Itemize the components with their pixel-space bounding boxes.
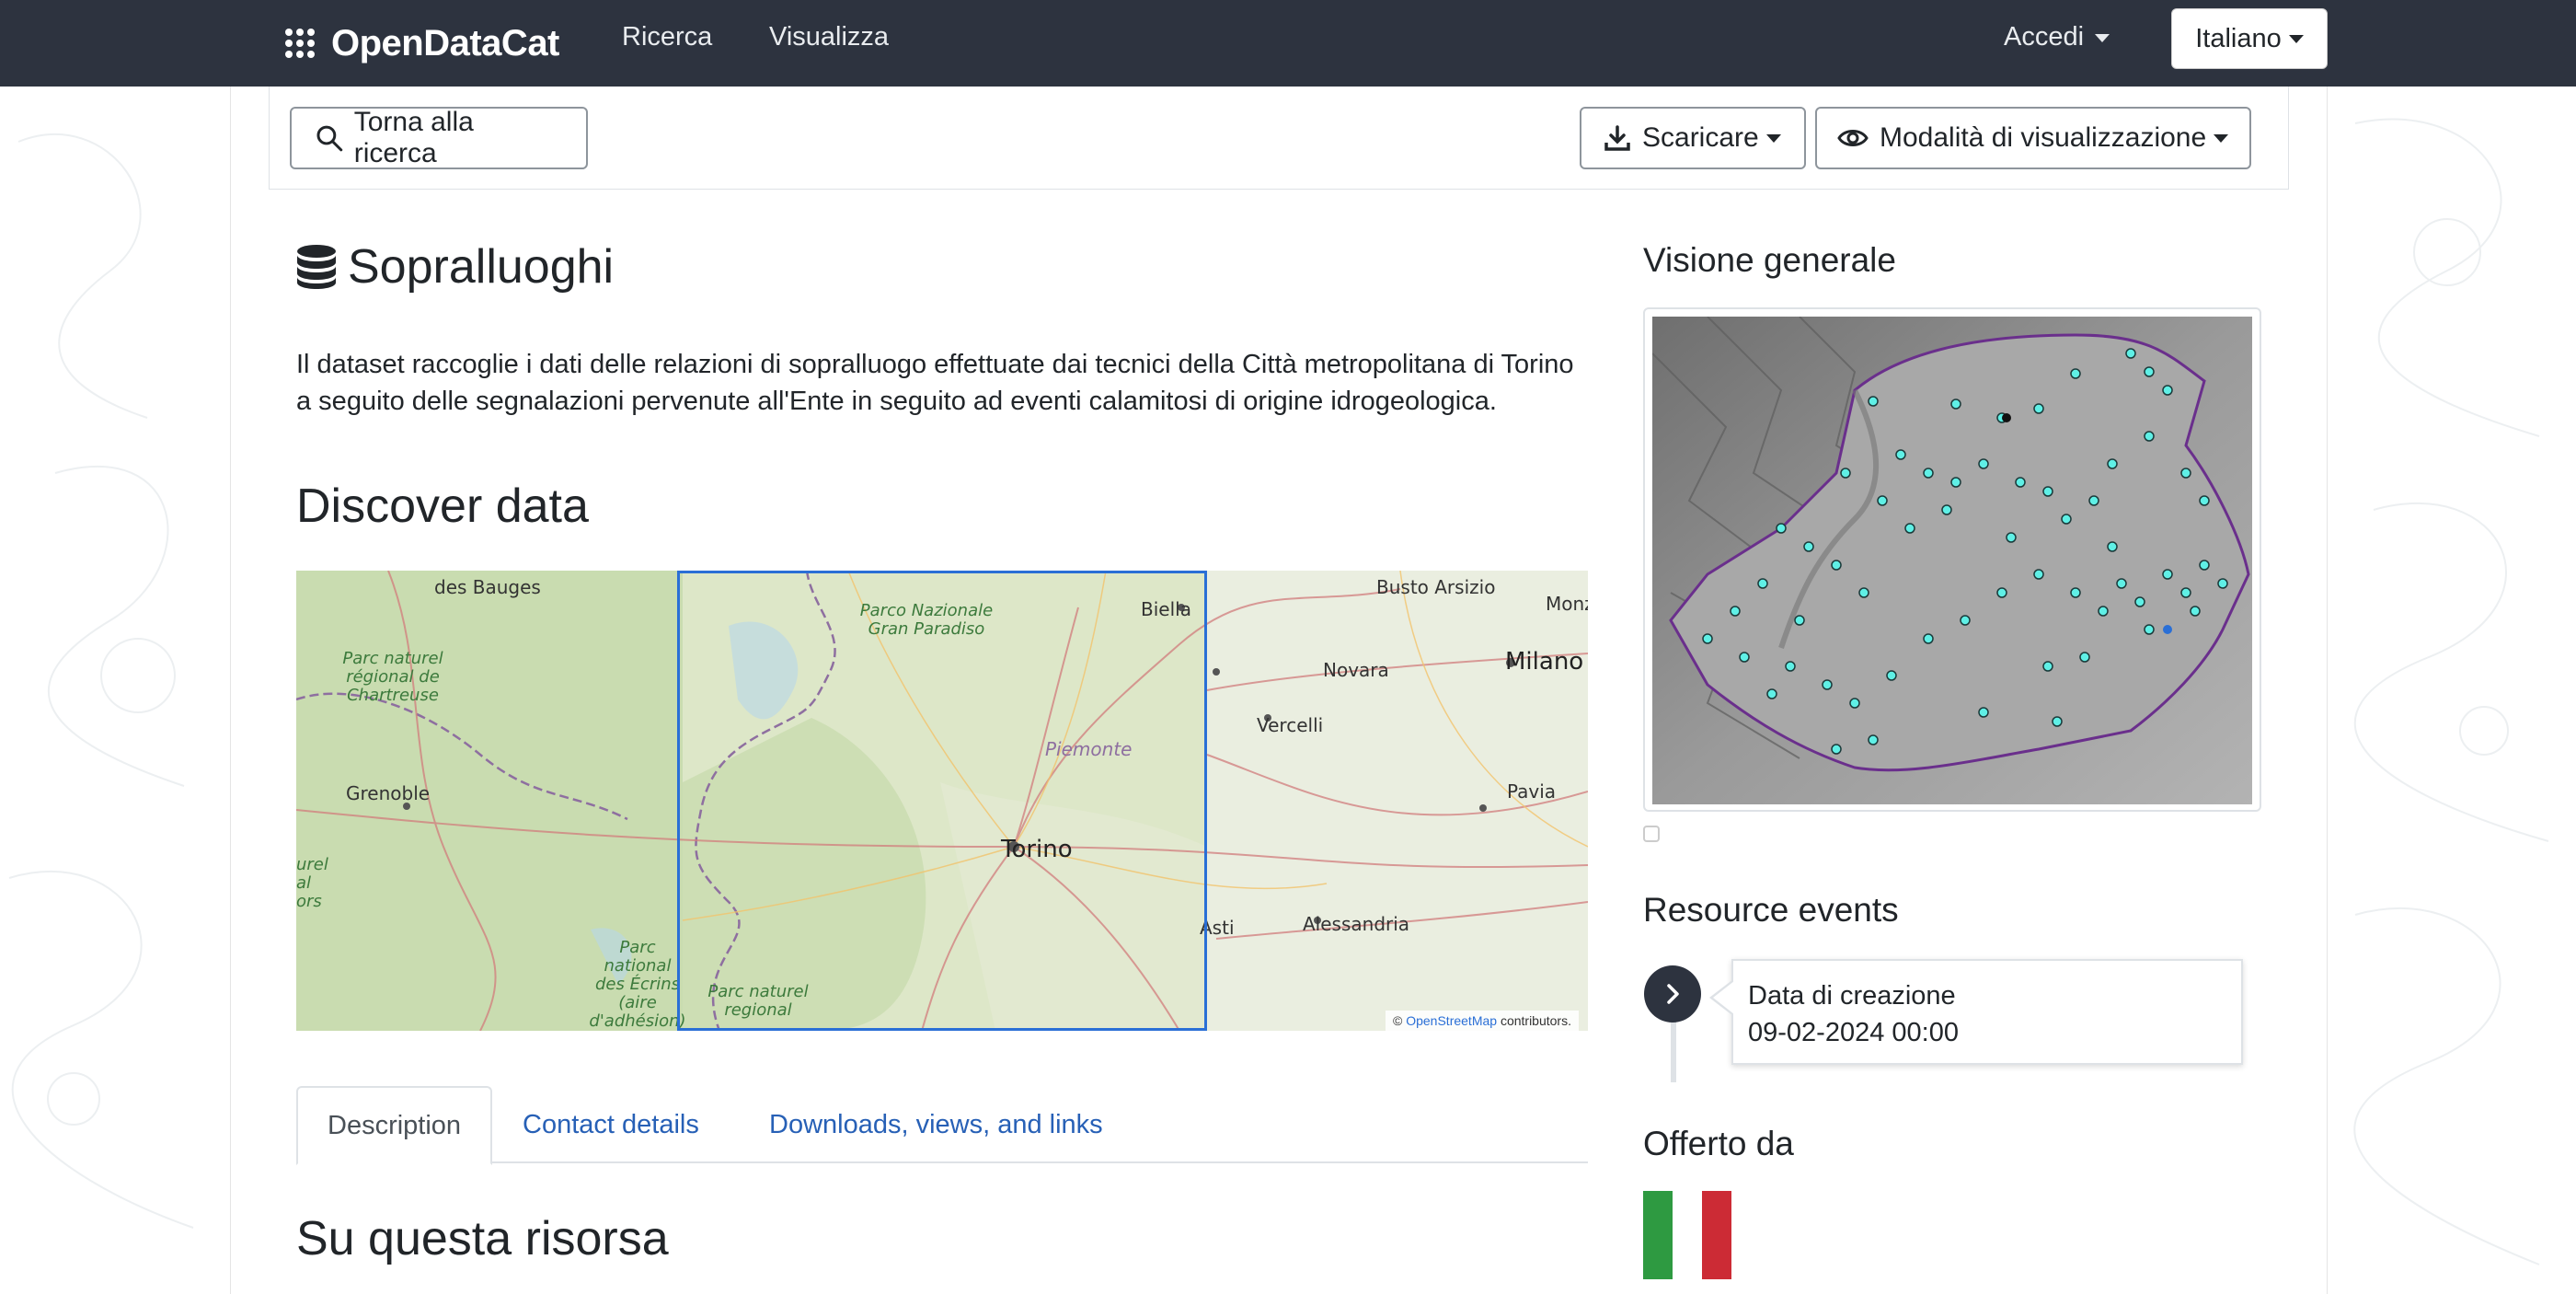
timeline-event-card: Data di creazione 09-02-2024 00:00 — [1709, 959, 2243, 1065]
overview-checkbox[interactable] — [1643, 826, 1660, 842]
top-navbar: OpenDataCat Ricerca Visualizza Accedi It… — [0, 0, 2576, 87]
dataset-title-row: Sopralluoghi — [296, 239, 614, 295]
language-label: Italiano — [2195, 23, 2282, 53]
dataset-description: Il dataset raccoglie i dati delle relazi… — [296, 350, 1574, 416]
resource-events-heading: Resource events — [1643, 891, 1899, 929]
overview-thumbnail[interactable] — [1643, 307, 2261, 812]
tab-contact-details-label: Contact details — [523, 1109, 699, 1139]
discover-heading: Discover data — [296, 479, 589, 533]
map-label-novara: Novara — [1323, 659, 1389, 681]
overview-heading: Visione generale — [1643, 241, 1896, 279]
map-label-grenoble: Grenoble — [346, 782, 431, 804]
login-dropdown[interactable]: Accedi — [2004, 22, 2110, 52]
map-label-left-edge: urel al ors — [296, 855, 328, 911]
brand[interactable]: OpenDataCat — [285, 20, 559, 66]
chevron-right-icon — [1667, 984, 1679, 1004]
overview-image — [1652, 317, 2252, 804]
dataset-tabs: Description Contact details Downloads, v… — [296, 1086, 1588, 1165]
attribution-suffix: contributors. — [1497, 1013, 1571, 1028]
map-label-vercelli: Vercelli — [1257, 714, 1324, 736]
tab-description-label: Description — [328, 1110, 462, 1140]
map-label-chartreuse: Parc naturel régional de Chartreuse — [342, 649, 443, 705]
event-label: Data di creazione — [1748, 981, 1956, 1011]
italy-flag-logo[interactable] — [1643, 1191, 1731, 1279]
caret-down-icon — [2095, 33, 2110, 42]
apps-grid-icon[interactable] — [285, 29, 315, 58]
page-content: Sopralluoghi Il dataset raccoglie i dati… — [0, 0, 2576, 1294]
timeline-marker[interactable] — [1644, 965, 1701, 1022]
database-icon — [297, 245, 336, 289]
overview-map-graphic — [1652, 317, 2252, 804]
discover-map[interactable]: des Bauges Parc naturel régional de Char… — [296, 571, 1588, 1031]
dataset-title: Sopralluoghi — [348, 240, 615, 294]
tab-contact-details[interactable]: Contact details — [493, 1086, 729, 1163]
tab-downloads-views-links[interactable]: Downloads, views, and links — [740, 1086, 1133, 1163]
map-label-ecrins: Parc national des Écrins (aire d'adhésio… — [589, 938, 686, 1031]
map-label-busto-arsizio: Busto Arsizio — [1376, 576, 1496, 598]
nav-link-visualizza[interactable]: Visualizza — [769, 22, 889, 52]
osm-link[interactable]: OpenStreetMap — [1406, 1013, 1497, 1028]
map-extent-selection[interactable] — [677, 571, 1207, 1031]
about-heading: Su questa risorsa — [296, 1212, 669, 1265]
map-label-monza: Monz — [1546, 593, 1588, 615]
login-label: Accedi — [2004, 22, 2085, 52]
language-select-button[interactable]: Italiano — [2171, 8, 2328, 69]
attribution-prefix: © — [1393, 1013, 1407, 1028]
nav-link-ricerca[interactable]: Ricerca — [622, 22, 712, 52]
offered-by-heading: Offerto da — [1643, 1125, 1794, 1162]
map-label-pavia: Pavia — [1507, 780, 1557, 803]
map-attribution: © OpenStreetMap contributors. — [1386, 1011, 1579, 1031]
map-label-milano: Milano — [1505, 648, 1584, 676]
caret-down-icon — [2288, 34, 2304, 43]
brand-name[interactable]: OpenDataCat — [331, 23, 559, 64]
map-label-bauges: des Bauges — [434, 576, 541, 598]
tab-downloads-label: Downloads, views, and links — [769, 1109, 1103, 1139]
event-date: 09-02-2024 00:00 — [1748, 1018, 1959, 1047]
map-label-alessandria: Alessandria — [1303, 913, 1410, 935]
tab-description[interactable]: Description — [296, 1086, 493, 1165]
